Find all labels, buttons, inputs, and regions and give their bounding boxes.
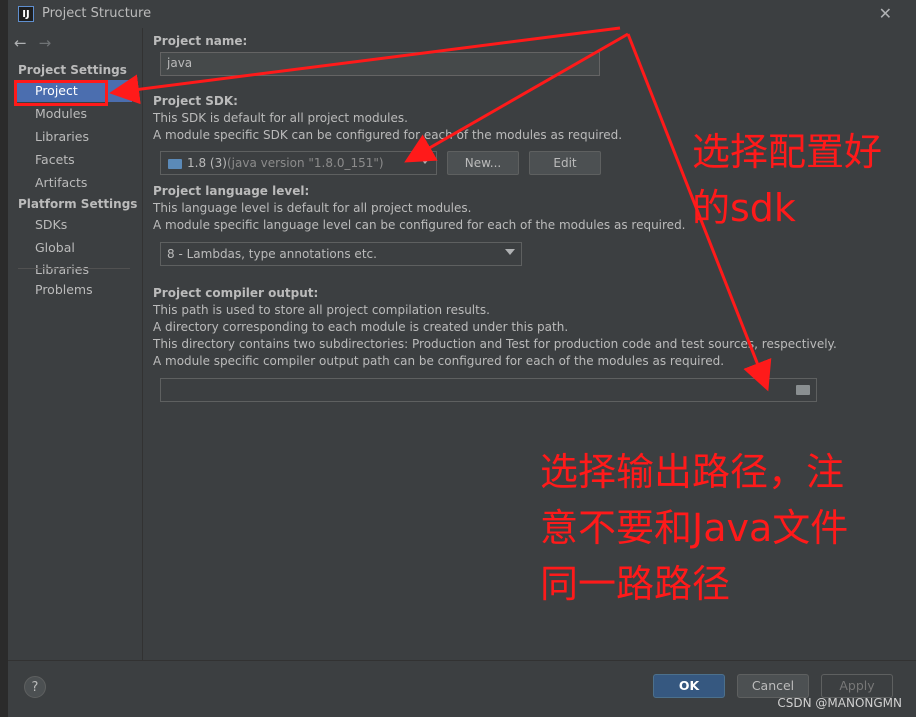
arrow-to-sdk — [404, 32, 629, 163]
dialog-window: IJ Project Structure ✕ ← → Project Settin… — [0, 0, 916, 717]
annotation-output-line-1: 选择输出路径，注 — [540, 450, 845, 494]
annotation-sdk-line-1: 选择配置好 — [692, 130, 883, 174]
annotation-output: 选择输出路径，注 意不要和Java文件 同一路路径 — [540, 444, 848, 612]
annotation-sdk: 选择配置好 的sdk — [692, 124, 882, 236]
annotation-output-line-2: 意不要和Java文件 — [540, 506, 849, 550]
annotation-output-line-3: 同一路路径 — [540, 562, 731, 606]
annotation-sdk-line-2: 的sdk — [692, 186, 796, 230]
